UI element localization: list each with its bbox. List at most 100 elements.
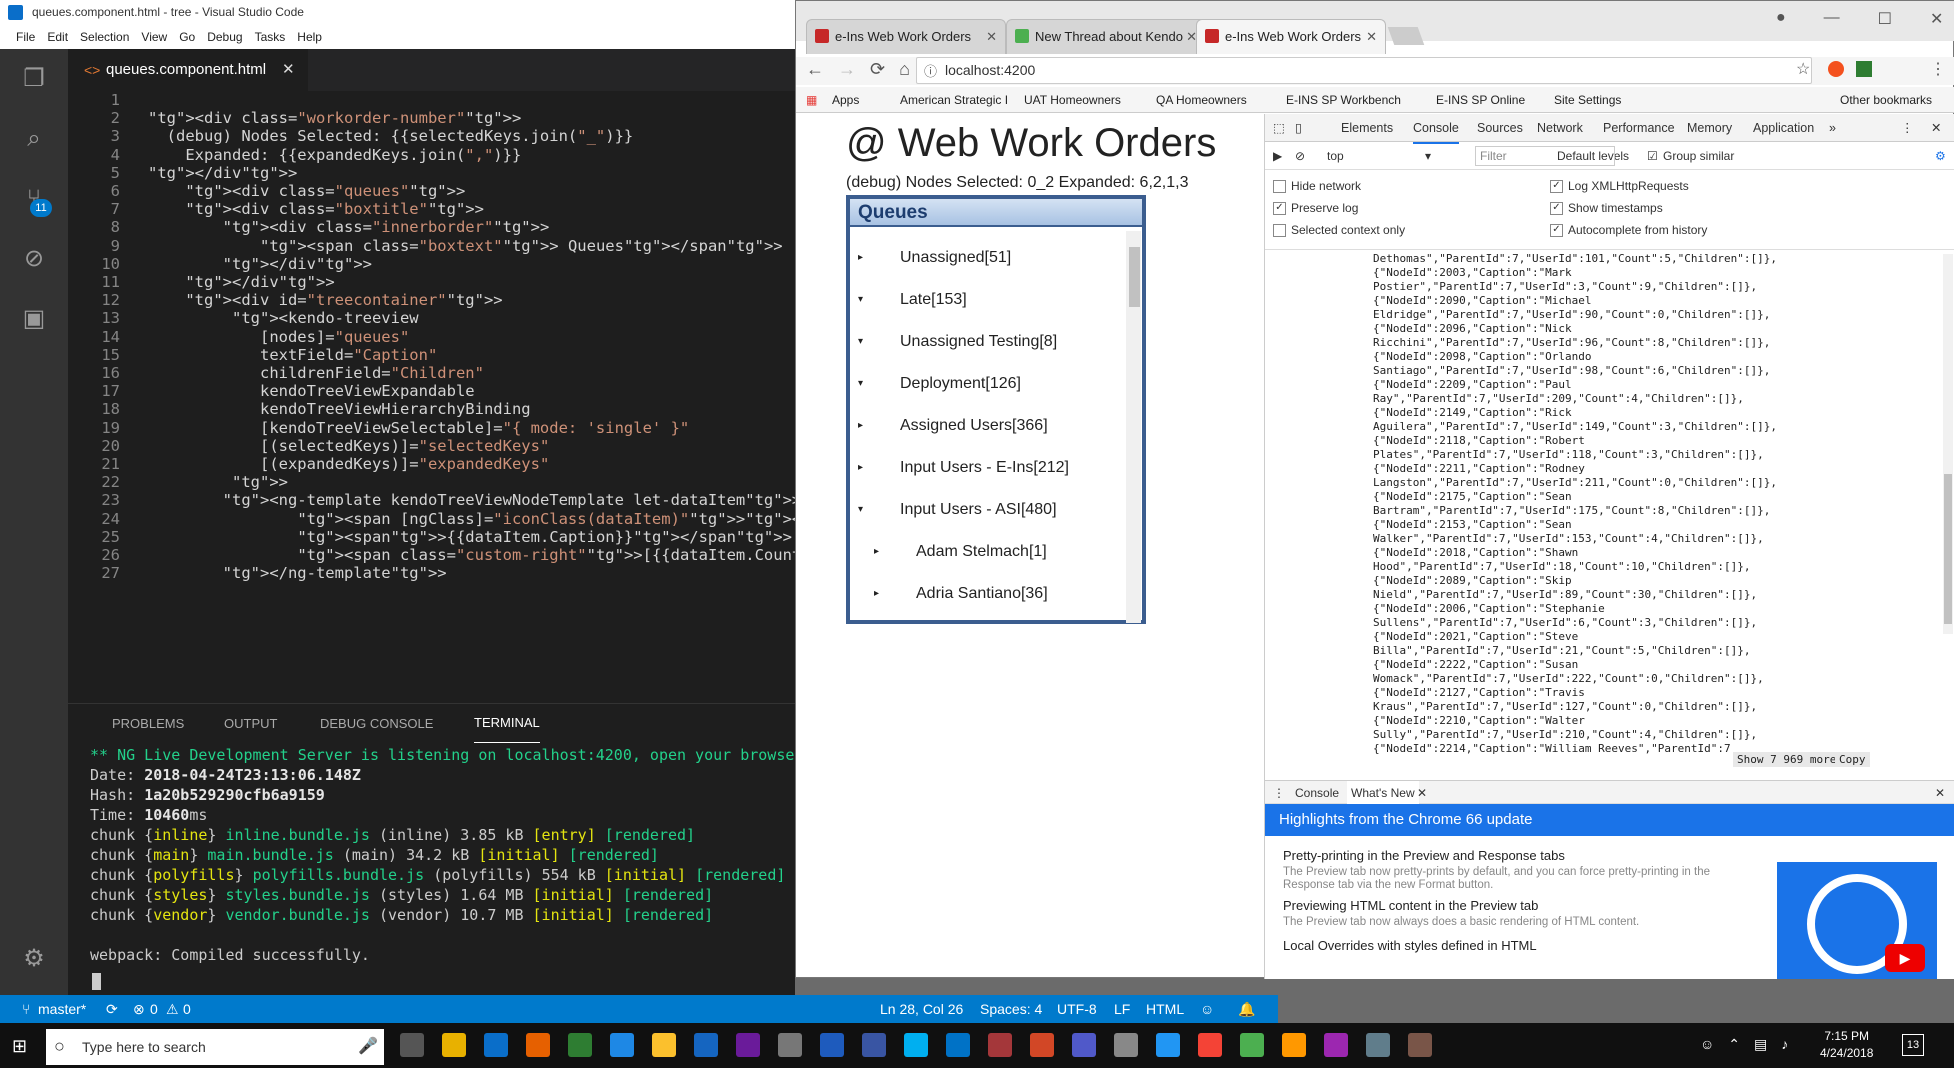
tools-icon[interactable] (778, 1033, 802, 1057)
address-bar[interactable]: localhost:4200 (916, 57, 1812, 84)
tree-toggle-icon[interactable]: ▸ (858, 252, 863, 263)
editor-tab[interactable]: queues.component.html (68, 49, 308, 91)
news-title[interactable]: Previewing HTML content in the Preview t… (1283, 898, 1538, 913)
gear-icon[interactable]: ⚙ (20, 945, 48, 973)
status-language[interactable]: HTML (1146, 995, 1184, 1023)
maximize-icon[interactable]: ☐ (1878, 9, 1892, 29)
code-line[interactable]: "tg"></div"tg">> (148, 273, 334, 291)
back-icon[interactable]: ← (806, 59, 824, 80)
sync-icon[interactable]: ⟳ (106, 995, 118, 1023)
tree-node[interactable]: Adam Stelmach[1] (916, 543, 1047, 561)
tree-scrollbar-thumb[interactable] (1129, 247, 1140, 307)
bookmark-qa-homeowners[interactable]: QA Homeowners (1156, 87, 1247, 113)
chrome-tab-1[interactable]: e-Ins Web Work Orders ✕ (806, 19, 1006, 54)
tree-toggle-icon[interactable]: ▸ (858, 462, 863, 473)
tree-toggle-icon[interactable]: ▸ (858, 420, 863, 431)
notifications-icon[interactable]: 13 (1902, 1034, 1924, 1056)
tab-performance[interactable]: Performance (1603, 114, 1675, 142)
close-icon[interactable]: ✕ (1417, 781, 1427, 805)
more-tabs-icon[interactable]: » (1829, 114, 1836, 142)
app-icon[interactable] (1282, 1033, 1306, 1057)
task-view-icon[interactable] (400, 1033, 424, 1057)
clear-console-icon[interactable]: ⊘ (1295, 142, 1305, 170)
code-line[interactable]: "tg"></ng-template"tg">> (148, 564, 447, 582)
copy-button[interactable]: Copy (1835, 752, 1870, 767)
bookmark-site-settings[interactable]: Site Settings (1554, 87, 1621, 113)
network-icon[interactable]: ▤ (1754, 1036, 1767, 1053)
chevron-up-icon[interactable]: ⌃ (1728, 1036, 1740, 1053)
app-icon[interactable] (1198, 1033, 1222, 1057)
code-editor[interactable]: 1 2 "tg"><div class="workorder-number""tg"… (68, 91, 795, 703)
code-line[interactable]: "tg"><span"tg">>{{dataItem.Caption}}"tg"… (148, 528, 792, 546)
code-line[interactable]: [(selectedKeys)]="selectedKeys" (148, 437, 549, 455)
explorer-icon[interactable] (652, 1033, 676, 1057)
device-icon[interactable]: ▯ (1295, 114, 1302, 142)
git-icon[interactable] (568, 1033, 592, 1057)
show-more-button[interactable]: Show 7 969 more (1733, 752, 1841, 767)
tree-toggle-icon[interactable]: ▸ (874, 588, 879, 599)
code-line[interactable]: "tg"></div"tg">> (148, 255, 372, 273)
inspect-icon[interactable]: ⬚ (1273, 114, 1285, 142)
tree-node[interactable]: Unassigned Testing[8] (900, 333, 1057, 351)
chevron-down-icon[interactable]: ▾ (1425, 142, 1431, 170)
tree-node[interactable]: Assigned Users[366] (900, 417, 1048, 435)
context-select[interactable]: top (1327, 142, 1344, 170)
selected-context-checkbox[interactable]: Selected context only (1273, 222, 1405, 238)
tree-node[interactable]: Input Users - E-Ins[212] (900, 459, 1069, 477)
visio-icon[interactable] (862, 1033, 886, 1057)
code-line[interactable]: "tg"></div"tg">> (148, 164, 297, 182)
tab-network[interactable]: Network (1537, 114, 1583, 142)
menu-icon[interactable]: ⋮ (1930, 59, 1946, 79)
drawer-menu-icon[interactable]: ⋮ (1273, 781, 1285, 805)
tab-output[interactable]: OUTPUT (224, 704, 277, 744)
chrome-tab-3-active[interactable]: e-Ins Web Work Orders ✕ (1196, 19, 1386, 54)
tab-console[interactable]: Console (1413, 114, 1459, 144)
code-line[interactable]: "tg"><span class="custom-right""tg">>[{{… (148, 546, 795, 564)
app-icon[interactable] (1408, 1033, 1432, 1057)
outlook-icon[interactable] (946, 1033, 970, 1057)
preserve-log-checkbox[interactable]: Preserve log (1273, 200, 1358, 216)
extensions-icon[interactable]: ▣ (20, 305, 48, 333)
smiley-icon[interactable]: ☺ (1200, 995, 1214, 1023)
tree-node[interactable]: Deployment[126] (900, 375, 1021, 393)
taskbar-search[interactable]: Type here to search (46, 1029, 384, 1065)
edge-icon[interactable] (610, 1033, 634, 1057)
code-line[interactable]: [kendoTreeViewSelectable]="{ mode: 'sing… (148, 419, 689, 437)
code-line[interactable]: "tg"><div class="boxtitle""tg">> (148, 200, 484, 218)
people-icon[interactable]: ☺ (1700, 1036, 1714, 1053)
tree-toggle-icon[interactable]: ▾ (858, 336, 863, 347)
app-icon[interactable] (1366, 1033, 1390, 1057)
teams-icon[interactable] (1072, 1033, 1096, 1057)
powerpoint-icon[interactable] (1030, 1033, 1054, 1057)
tree-node[interactable]: Adria Santiano[36] (916, 585, 1048, 603)
code-line[interactable]: "tg"><span [ngClass]="iconClass(dataItem… (148, 510, 795, 528)
sidebar-icon[interactable]: ▶ (1273, 142, 1282, 170)
menu-edit[interactable]: Edit (41, 25, 74, 49)
menu-file[interactable]: File (10, 25, 41, 49)
chrome-icon[interactable] (442, 1033, 466, 1057)
menu-help[interactable]: Help (291, 25, 328, 49)
news-title[interactable]: Pretty-printing in the Preview and Respo… (1283, 848, 1565, 863)
drawer-tab-whats-new[interactable]: What's New (1347, 781, 1419, 805)
autocomplete-checkbox[interactable]: Autocomplete from history (1550, 222, 1707, 238)
status-eol[interactable]: LF (1114, 995, 1130, 1023)
code-line[interactable]: [(expandedKeys)]="expandedKeys" (148, 455, 549, 473)
code-line[interactable]: kendoTreeViewHierarchyBinding (148, 400, 531, 418)
menu-tasks[interactable]: Tasks (249, 25, 292, 49)
status-spaces[interactable]: Spaces: 4 (980, 995, 1042, 1023)
bookmark-other[interactable]: Other bookmarks (1840, 87, 1932, 113)
chrome-tab-2[interactable]: New Thread about Kendo ✕ (1006, 19, 1206, 54)
tree-node[interactable]: Input Users - ASI[480] (900, 501, 1057, 519)
filter-input[interactable]: Filter (1475, 146, 1615, 166)
tree-toggle-icon[interactable]: ▾ (858, 378, 863, 389)
app-icon[interactable] (1114, 1033, 1138, 1057)
status-warnings[interactable]: 0 (183, 995, 191, 1023)
tree-node[interactable]: Unassigned[51] (900, 249, 1011, 267)
debug-icon[interactable]: ⊘ (20, 245, 48, 273)
extension-icon[interactable] (1828, 61, 1844, 77)
windows-start-icon[interactable]: ⊞ (12, 1036, 27, 1057)
code-line[interactable]: (debug) Nodes Selected: {{selectedKeys.j… (148, 127, 634, 145)
firefox-icon[interactable] (526, 1033, 550, 1057)
menu-go[interactable]: Go (173, 25, 201, 49)
close-icon[interactable]: ✕ (1931, 114, 1941, 142)
